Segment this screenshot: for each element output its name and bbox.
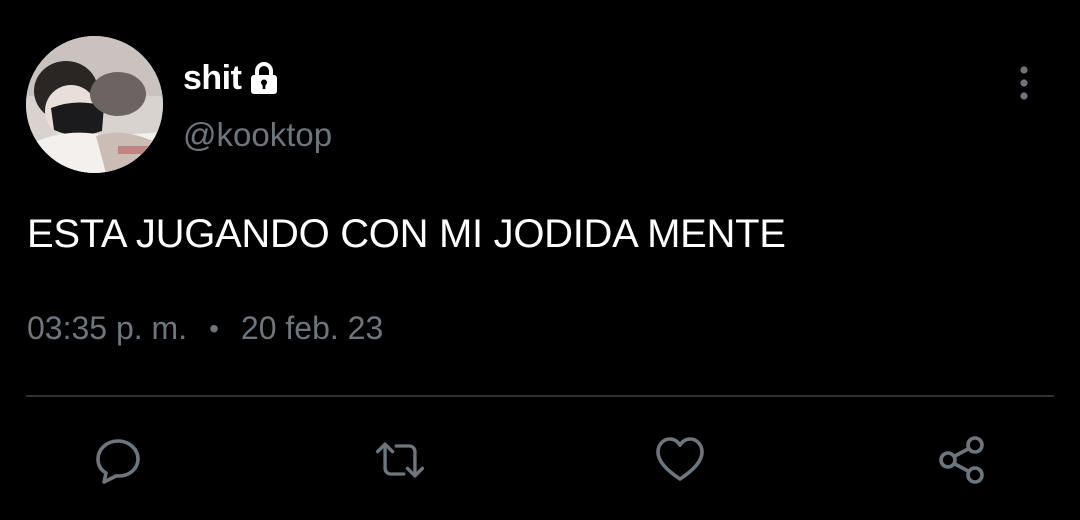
display-name[interactable]: shit: [183, 59, 242, 98]
tweet-date[interactable]: 20 feb. 23: [241, 310, 383, 347]
like-button[interactable]: [652, 432, 708, 488]
more-options-button[interactable]: [1006, 62, 1042, 104]
retweet-icon: [375, 442, 425, 478]
share-icon: [939, 436, 984, 484]
tweet-time[interactable]: 03:35 p. m.: [27, 310, 187, 347]
more-vertical-icon: [1020, 66, 1028, 100]
tweet-text: ESTA JUGANDO CON MI JODIDA MENTE: [27, 212, 786, 256]
heart-icon: [656, 437, 704, 481]
avatar[interactable]: [26, 36, 163, 173]
divider: [26, 395, 1054, 397]
tweet-card: shit @kooktop ESTA JUGANDO CON MI JODIDA…: [0, 0, 1080, 520]
tweet-meta: 03:35 p. m. • 20 feb. 23: [27, 310, 383, 347]
lock-icon: [249, 61, 279, 95]
avatar-image: [26, 36, 163, 173]
user-handle[interactable]: @kooktop: [183, 116, 332, 154]
retweet-button[interactable]: [372, 432, 428, 488]
meta-separator: •: [209, 312, 219, 344]
display-name-row: shit: [183, 55, 279, 101]
reply-icon: [96, 439, 140, 484]
share-button[interactable]: [934, 432, 990, 488]
reply-button[interactable]: [90, 432, 146, 488]
